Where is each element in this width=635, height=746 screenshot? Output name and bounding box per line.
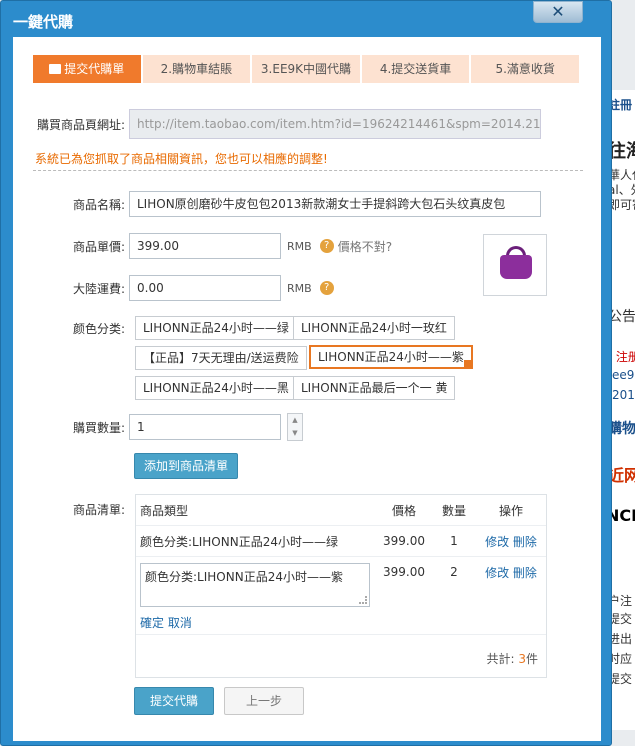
color-option[interactable]: LIHONN正品24小时——黑	[135, 376, 297, 400]
dialog-title: 一鍵代購	[13, 13, 74, 31]
row-price: 399.00	[383, 565, 425, 579]
cancel-link[interactable]: 取消	[168, 616, 192, 630]
col-type: 商品類型	[140, 503, 189, 518]
step-label: 提交代購單	[64, 62, 125, 76]
row-actions: 修改 刪除	[476, 533, 546, 550]
url-row: 購買商品頁網址: http://item.taobao.com/item.htm…	[13, 109, 541, 139]
table-divider	[136, 634, 546, 635]
price-hint[interactable]: 價格不對?	[338, 238, 392, 255]
product-list-table: 商品類型 價格 數量 操作 颜色分类:LIHONN正品24小时——绿 399.0…	[135, 494, 547, 678]
row-actions: 修改 刪除	[476, 564, 546, 581]
help-icon[interactable]: ?	[319, 239, 334, 253]
row-price: 399.00	[383, 534, 425, 548]
qty-label: 購買數量:	[72, 420, 125, 435]
total-unit: 件	[525, 652, 538, 666]
color-label: 颜色分类:	[72, 322, 125, 336]
step-4: 4.提交送貨車	[361, 55, 470, 83]
bg-text: 2013	[612, 388, 635, 402]
table-header: 商品類型 價格 數量 操作	[136, 495, 546, 525]
col-action: 操作	[498, 503, 523, 518]
one-click-purchase-dialog: 一鍵代購 ✕ 提交代購單 2.購物車結賬 3.EE9K中國代購 4.提交送貨車 …	[0, 0, 612, 746]
price-field[interactable]: 399.00	[129, 233, 281, 259]
edit-link[interactable]: 修改	[485, 535, 509, 549]
shipping-label: 大陸運費:	[72, 281, 125, 296]
check-icon	[463, 360, 473, 369]
confirm-link[interactable]: 確定	[140, 616, 164, 630]
table-row: 颜色分类:LIHONN正品24小时——绿 399.00 1 修改 刪除	[136, 525, 546, 557]
product-name-field[interactable]: LIHON原创磨砂牛皮包包2013新款潮女士手提斜跨大包石头纹真皮包	[129, 191, 541, 217]
help-icon[interactable]: ?	[319, 281, 334, 295]
color-option-label: LIHONN正品24小时——紫	[318, 350, 464, 364]
step-5: 5.滿意收貨	[471, 55, 579, 83]
color-option[interactable]: LIHONN正品24小时一玫红	[293, 316, 455, 340]
up-arrow-icon[interactable]: ▲	[288, 414, 302, 427]
edit-actions: 確定 取消	[140, 614, 192, 631]
quantity-field[interactable]: 1	[129, 414, 281, 440]
total-count: 3	[518, 652, 526, 666]
col-qty: 數量	[441, 503, 466, 518]
row-type: 颜色分类:LIHONN正品24小时——绿	[140, 534, 338, 549]
back-button[interactable]: 上一步	[224, 687, 304, 715]
progress-steps: 提交代購單 2.購物車結賬 3.EE9K中國代購 4.提交送貨車 5.滿意收貨	[33, 55, 581, 83]
total-label: 共計:	[486, 652, 515, 666]
bg-text: 往海	[608, 141, 635, 162]
close-button[interactable]: ✕	[533, 1, 583, 23]
bg-text: 近网	[608, 466, 635, 485]
add-to-list-button[interactable]: 添加到商品清單	[134, 453, 238, 479]
url-label: 購買商品頁網址:	[36, 117, 125, 132]
shipping-field[interactable]: 0.00	[129, 275, 281, 301]
row-qty: 2	[450, 565, 458, 579]
price-row: 商品單價: 399.00 RMB ? 價格不對?	[13, 233, 392, 259]
color-option[interactable]: LIHONN正品最后一个一 黄	[293, 376, 456, 400]
color-option[interactable]: 【正品】7天无理由/送运费险	[135, 346, 307, 370]
bg-text: 即可寄	[608, 198, 635, 212]
row-qty: 1	[450, 534, 458, 548]
handbag-image	[500, 255, 532, 279]
product-thumbnail	[483, 234, 547, 296]
step-1: 提交代購單	[33, 55, 141, 83]
editor-text: 颜色分类:LIHONN正品24小时——紫	[145, 570, 343, 584]
notice-text: 系統已為您抓取了商品相關資訊，您也可以相應的調整!	[35, 152, 328, 166]
step-3: 3.EE9K中國代購	[252, 55, 360, 83]
qty-row: 購買數量: 1	[13, 414, 281, 440]
shipping-unit: RMB	[287, 281, 312, 295]
step-2: 2.購物車結賬	[142, 55, 251, 83]
list-label-row: 商品清單:	[13, 501, 129, 518]
color-row: 颜色分类:	[13, 320, 129, 337]
shipping-row: 大陸運費: 0.00 RMB ?	[13, 275, 334, 301]
url-field[interactable]: http://item.taobao.com/item.htm?id=19624…	[129, 109, 541, 139]
list-label: 商品清單:	[72, 503, 125, 517]
dialog-body: 提交代購單 2.購物車結賬 3.EE9K中國代購 4.提交送貨車 5.滿意收貨 …	[13, 37, 601, 741]
delete-link[interactable]: 刪除	[513, 566, 537, 580]
color-option-selected[interactable]: LIHONN正品24小时——紫	[309, 345, 473, 369]
quantity-stepper[interactable]: ▲ ▼	[287, 413, 303, 441]
down-arrow-icon[interactable]: ▼	[288, 427, 302, 440]
submit-button[interactable]: 提交代購	[134, 687, 214, 715]
divider	[33, 170, 583, 171]
bg-text: ee9	[612, 368, 635, 382]
total: 共計: 3件	[486, 650, 538, 667]
price-unit: RMB	[287, 239, 312, 253]
name-row: 商品名稱: LIHON原创磨砂牛皮包包2013新款潮女士手提斜跨大包石头纹真皮包	[13, 191, 541, 217]
bg-text: 公告	[608, 309, 635, 325]
col-price: 價格	[391, 503, 416, 518]
bg-text: 購物	[608, 421, 635, 437]
name-label: 商品名稱:	[72, 197, 125, 212]
delete-link[interactable]: 刪除	[513, 535, 537, 549]
form-icon	[49, 64, 62, 74]
color-option[interactable]: LIHONN正品24小时——绿	[135, 316, 297, 340]
edit-link[interactable]: 修改	[485, 566, 509, 580]
price-label: 商品單價:	[72, 239, 125, 254]
row-type-editor[interactable]: 颜色分类:LIHONN正品24小时——紫	[140, 563, 370, 607]
resize-grip-icon[interactable]	[359, 596, 367, 604]
